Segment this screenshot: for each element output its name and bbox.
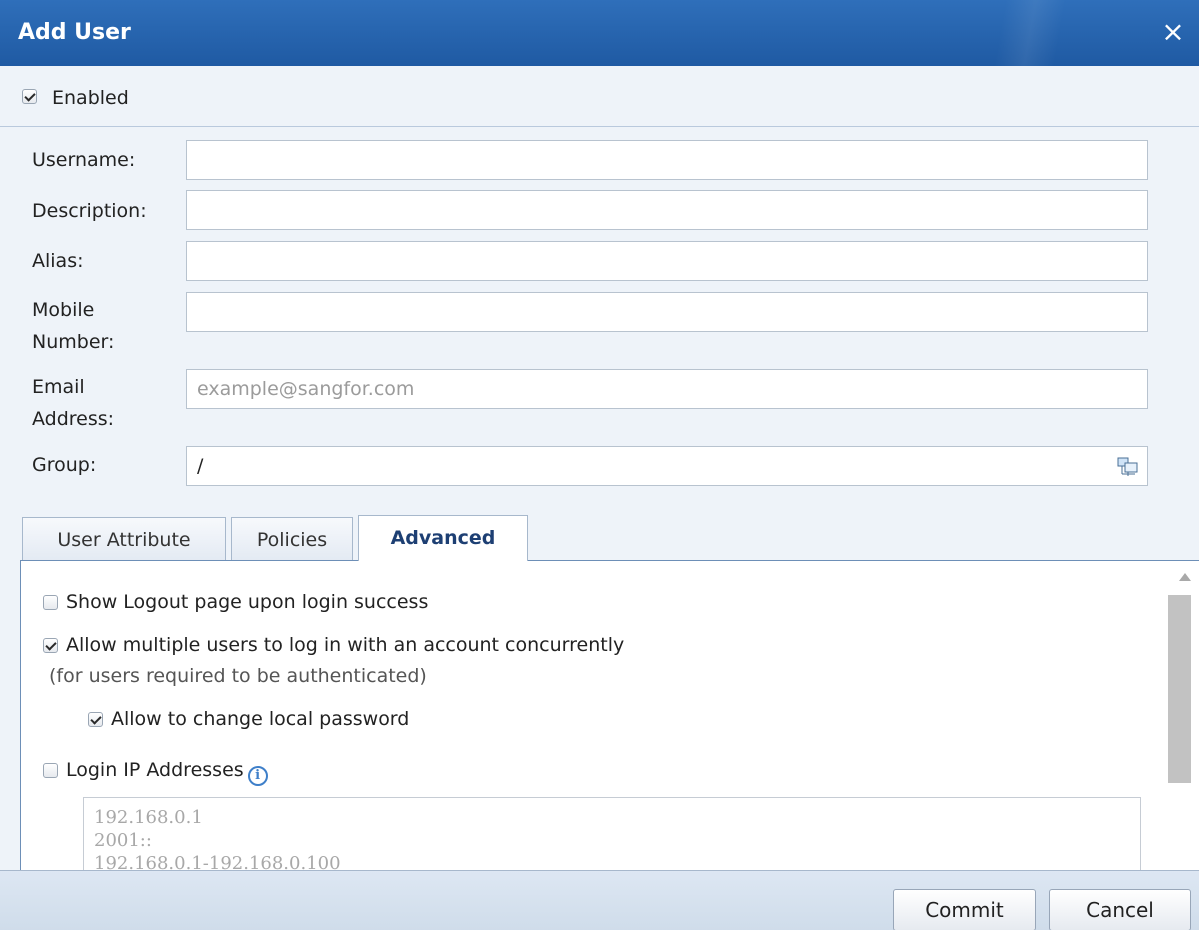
- group-label: Group:: [32, 454, 97, 476]
- add-user-dialog: Add User × Enabled Username: Description…: [0, 0, 1199, 930]
- allow-multiple-label: Allow multiple users to log in with an a…: [66, 634, 625, 656]
- tab-user-attribute[interactable]: User Attribute: [22, 517, 226, 561]
- tab-advanced[interactable]: Advanced: [358, 515, 528, 561]
- titlebar-sheen: [994, 0, 1066, 66]
- tab-policies[interactable]: Policies: [231, 517, 353, 561]
- username-label: Username:: [32, 149, 136, 171]
- email-input[interactable]: example@sangfor.com: [186, 369, 1148, 409]
- description-label: Description:: [32, 200, 147, 222]
- alias-label: Alias:: [32, 250, 84, 272]
- dialog-titlebar[interactable]: Add User ×: [0, 0, 1199, 66]
- allow-multiple-checkbox[interactable]: [43, 638, 58, 653]
- info-icon[interactable]: i: [247, 766, 268, 786]
- change-password-row: Allow to change local password: [88, 708, 409, 730]
- allow-multiple-note: (for users required to be authenticated): [49, 665, 427, 687]
- change-password-label: Allow to change local password: [111, 708, 410, 730]
- dialog-title: Add User: [18, 20, 131, 45]
- allow-multiple-row: Allow multiple users to log in with an a…: [43, 634, 624, 656]
- dialog-footer: Commit Cancel: [0, 870, 1199, 930]
- login-ip-row: Login IP Addresses i: [43, 759, 268, 786]
- enabled-checkbox[interactable]: [22, 89, 37, 104]
- advanced-panel: Show Logout page upon login success Allo…: [20, 560, 1199, 870]
- change-password-checkbox[interactable]: [88, 712, 103, 727]
- scroll-up-arrow-icon[interactable]: [1179, 573, 1191, 581]
- email-label-line1: Email: [32, 376, 85, 398]
- group-input[interactable]: /: [186, 446, 1148, 486]
- group-value: /: [197, 455, 204, 477]
- mobile-label-line1: Mobile: [32, 299, 95, 321]
- login-ip-checkbox[interactable]: [43, 763, 58, 778]
- login-ip-label: Login IP Addresses: [66, 759, 244, 781]
- commit-button[interactable]: Commit: [893, 889, 1036, 930]
- user-form: Username: Description: Alias: Mobile Num…: [0, 127, 1199, 517]
- show-logout-row: Show Logout page upon login success: [43, 591, 428, 613]
- description-input[interactable]: [186, 190, 1148, 230]
- mobile-number-input[interactable]: [186, 292, 1148, 332]
- enabled-row: Enabled: [0, 66, 1199, 127]
- group-picker-icon[interactable]: [1117, 457, 1139, 477]
- email-label-line2: Address:: [32, 408, 115, 430]
- login-ip-textarea[interactable]: 192.168.0.1 2001:: 192.168.0.1-192.168.0…: [83, 797, 1141, 870]
- show-logout-checkbox[interactable]: [43, 595, 58, 610]
- cancel-button[interactable]: Cancel: [1049, 889, 1191, 930]
- enabled-label: Enabled: [52, 87, 129, 109]
- alias-input[interactable]: [186, 241, 1148, 281]
- show-logout-label: Show Logout page upon login success: [66, 591, 429, 613]
- mobile-label-line2: Number:: [32, 331, 115, 353]
- scrollbar-thumb[interactable]: [1168, 595, 1191, 783]
- close-icon[interactable]: ×: [1157, 14, 1189, 50]
- username-input[interactable]: [186, 140, 1148, 180]
